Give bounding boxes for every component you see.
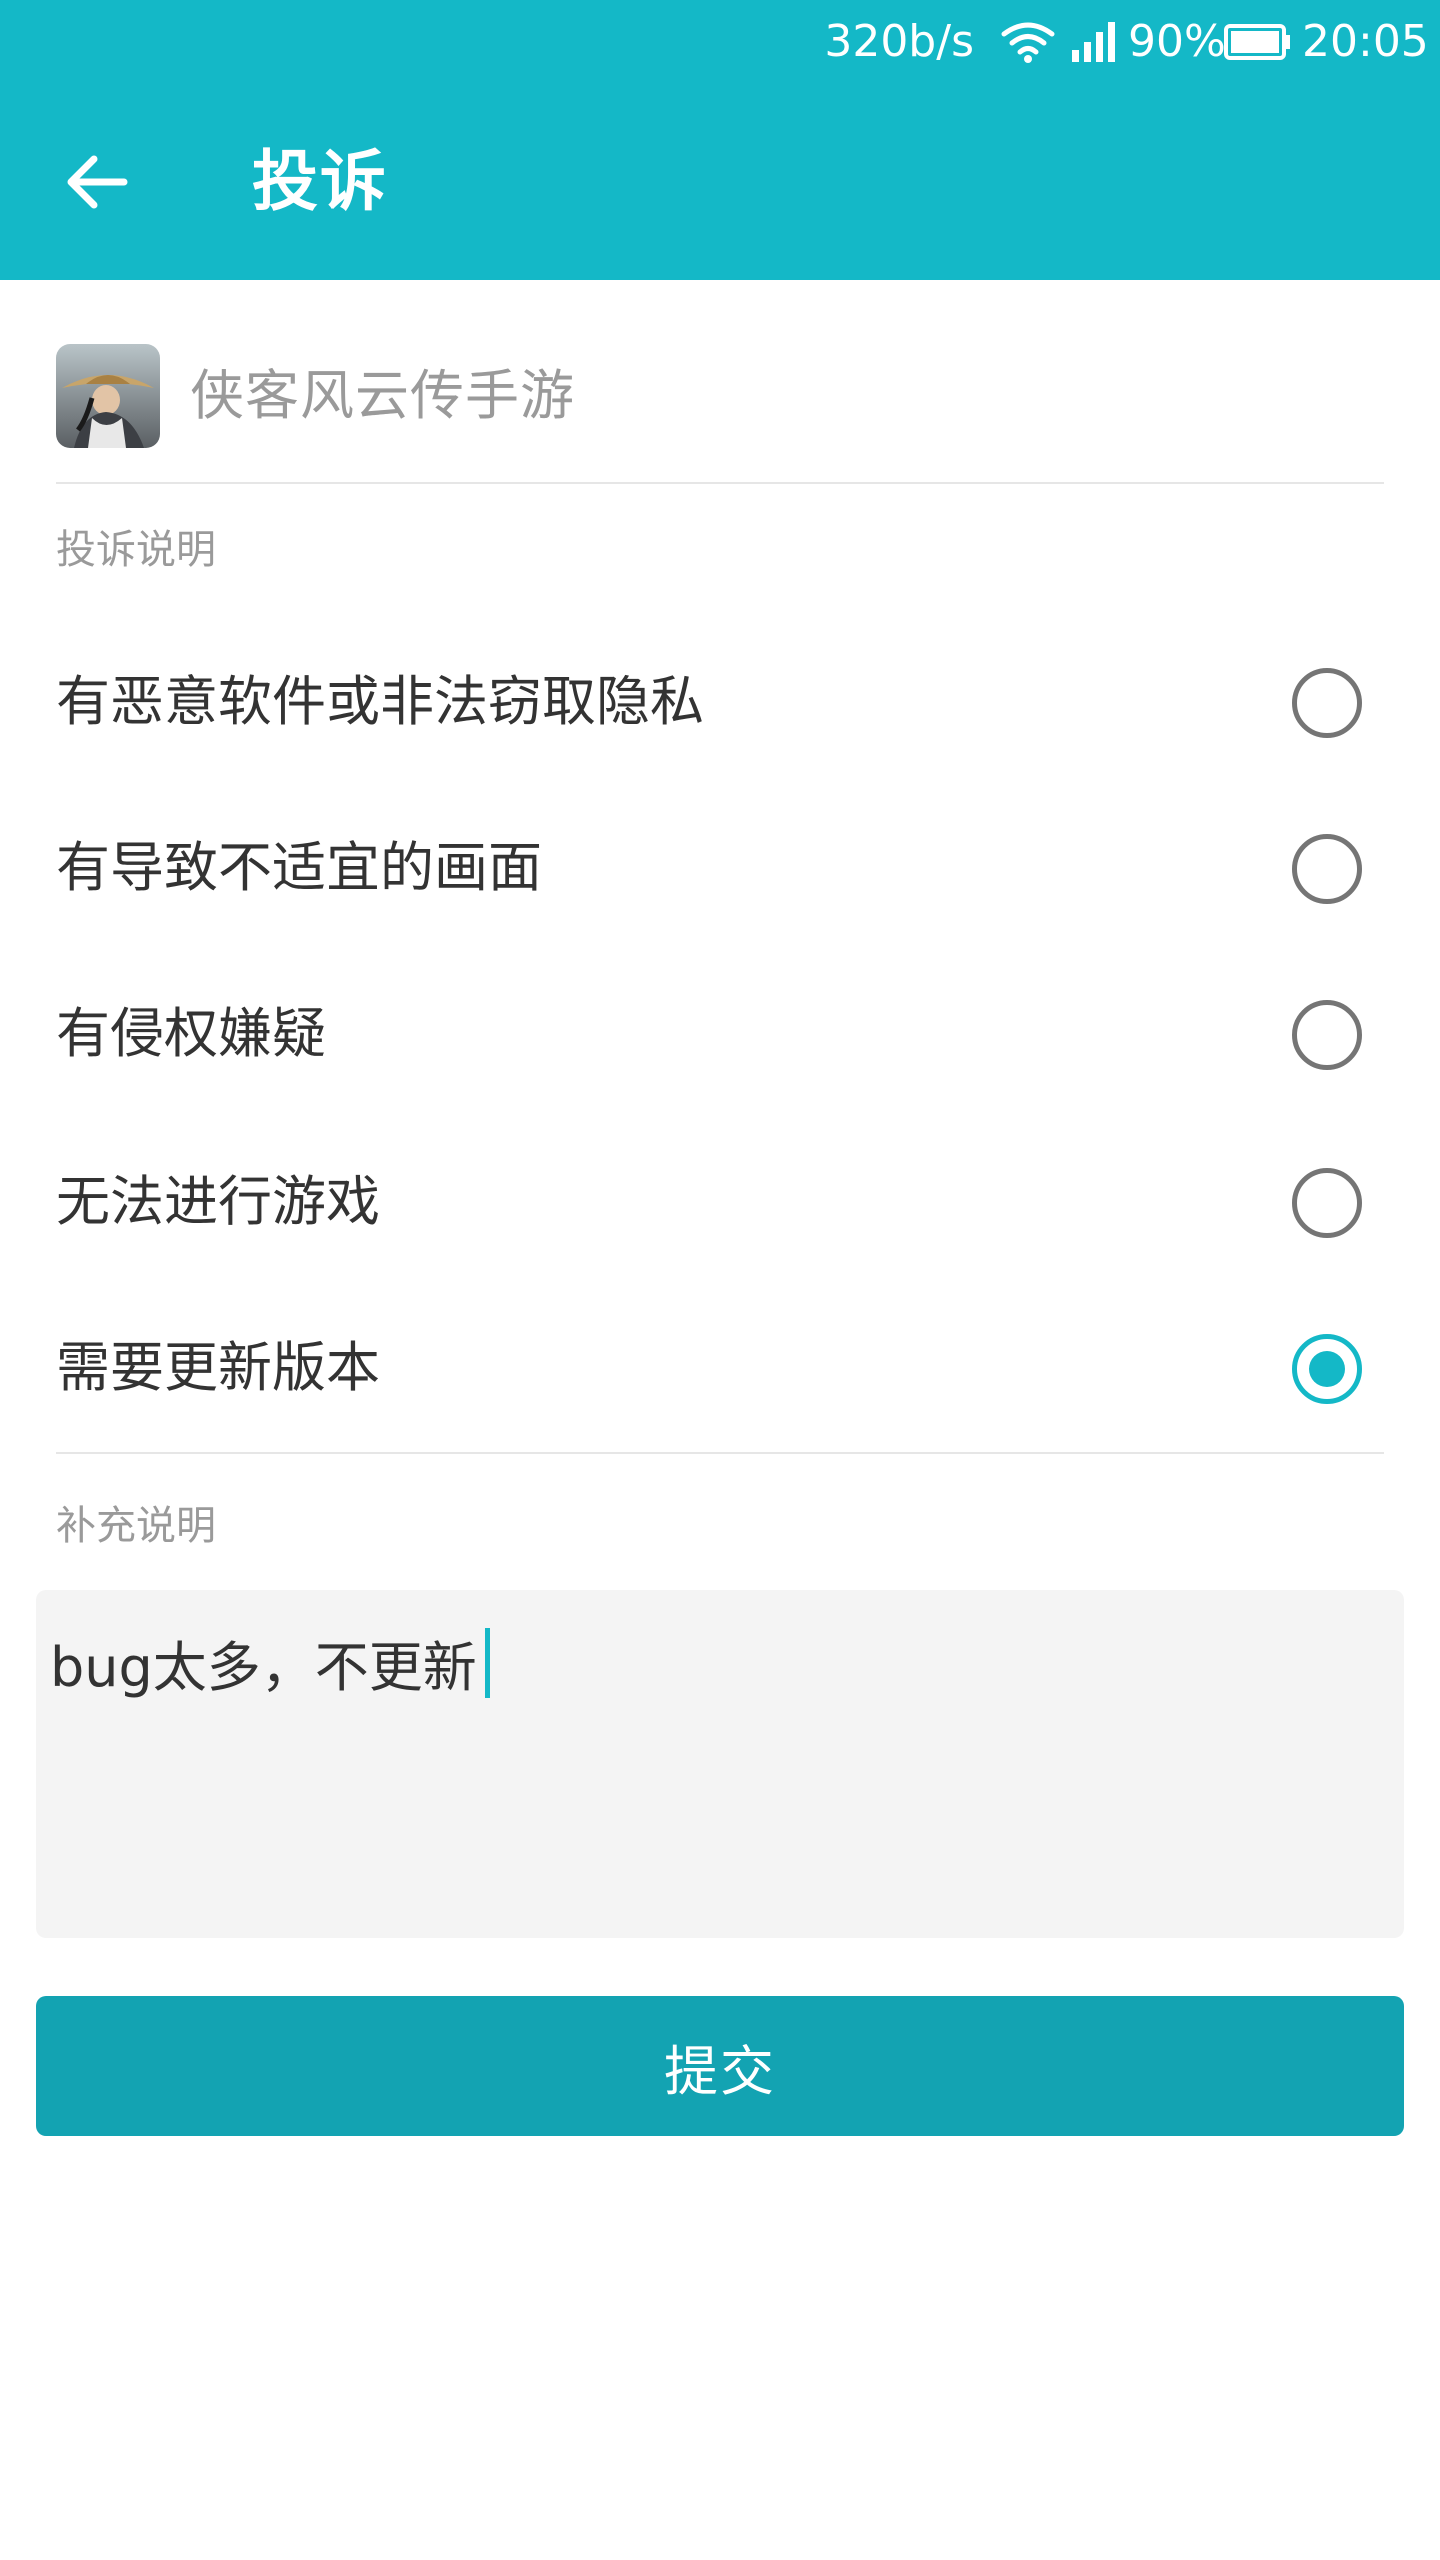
- battery-percent: 90%: [1128, 16, 1226, 67]
- clock: 20:05: [1302, 16, 1429, 67]
- back-button[interactable]: [56, 142, 136, 222]
- complaint-option-infringement[interactable]: 有侵权嫌疑: [56, 952, 1384, 1120]
- extra-section-label: 补充说明: [56, 1503, 216, 1549]
- cell-signal-icon: [1072, 22, 1115, 62]
- app-bar: 320b/s 90% 20:05 投诉: [0, 0, 1440, 280]
- arrow-left-icon: [67, 155, 128, 209]
- input-value: bug太多，不更新: [50, 1636, 477, 1699]
- extra-description-input[interactable]: bug太多，不更新: [36, 1590, 1404, 1938]
- option-label: 有恶意软件或非法窃取隐私: [56, 670, 704, 733]
- option-label: 有侵权嫌疑: [56, 1002, 326, 1065]
- complaint-option-malware[interactable]: 有恶意软件或非法窃取隐私: [56, 620, 1384, 788]
- complaint-option-cannot-play[interactable]: 无法进行游戏: [56, 1120, 1384, 1288]
- extra-description-text: bug太多，不更新: [50, 1628, 490, 1708]
- status-bar: 320b/s 90% 20:05: [0, 0, 1440, 84]
- radio-button[interactable]: [1292, 834, 1362, 904]
- network-speed: 320b/s: [824, 16, 974, 67]
- radio-button[interactable]: [1292, 1168, 1362, 1238]
- submit-button[interactable]: 提交: [36, 1996, 1404, 2136]
- option-label: 无法进行游戏: [56, 1170, 380, 1233]
- battery-icon: [1224, 24, 1290, 60]
- page-title: 投诉: [252, 143, 388, 220]
- app-info-row: 侠客风云传手游: [56, 344, 1384, 484]
- game-app-icon: [56, 344, 160, 448]
- text-cursor: [484, 1628, 490, 1698]
- complaint-section-label: 投诉说明: [56, 527, 216, 573]
- radio-button[interactable]: [1292, 1000, 1362, 1070]
- app-name: 侠客风云传手游: [190, 364, 575, 427]
- radio-button-selected[interactable]: [1292, 1334, 1362, 1404]
- complaint-option-needs-update[interactable]: 需要更新版本: [56, 1286, 1384, 1454]
- wifi-icon: [1001, 22, 1055, 63]
- complaint-option-inappropriate[interactable]: 有导致不适宜的画面: [56, 786, 1384, 954]
- option-label: 有导致不适宜的画面: [56, 836, 542, 899]
- option-label: 需要更新版本: [56, 1336, 380, 1399]
- radio-button[interactable]: [1292, 668, 1362, 738]
- complaint-options: 有恶意软件或非法窃取隐私 有导致不适宜的画面 有侵权嫌疑 无法进行游戏 需要更新…: [56, 620, 1384, 1454]
